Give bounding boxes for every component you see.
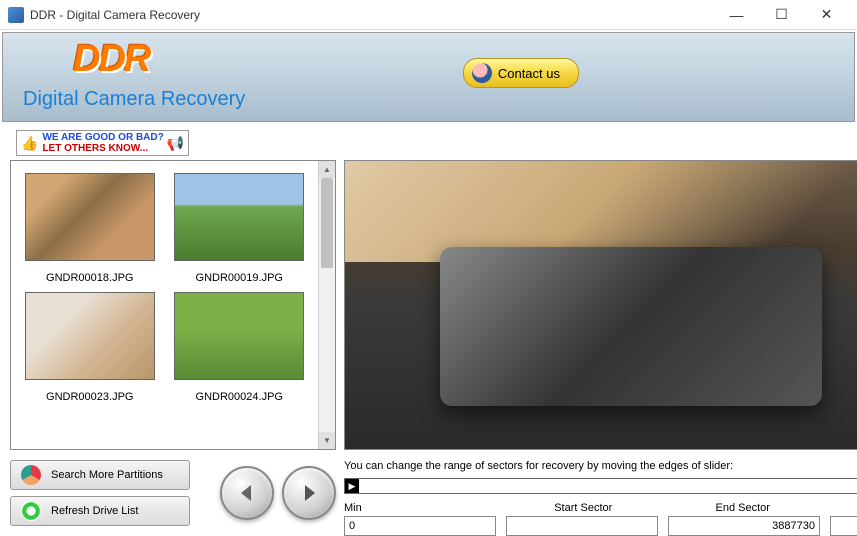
start-sector-input[interactable]	[506, 516, 658, 536]
titlebar: DDR - Digital Camera Recovery — ☐ ✕	[0, 0, 857, 30]
thumbnail-image	[25, 292, 155, 380]
thumbnail-item[interactable]: GNDR00024.JPG	[167, 292, 313, 403]
contact-label: Contact us	[498, 66, 560, 81]
min-input[interactable]	[344, 516, 496, 536]
thumbnail-panel: GNDR00018.JPG GNDR00019.JPG GNDR00023.JP…	[10, 160, 336, 450]
next-button[interactable]	[282, 466, 336, 520]
logo-text: DDR	[73, 38, 149, 81]
slider-handle-left[interactable]: ▶	[345, 479, 359, 493]
max-input[interactable]	[830, 516, 857, 536]
megaphone-icon: 📢	[167, 135, 184, 152]
preview-pane	[344, 160, 857, 450]
sector-description: You can change the range of sectors for …	[344, 460, 857, 472]
thumbnail-image	[25, 173, 155, 261]
pie-chart-icon	[21, 465, 41, 485]
refresh-drive-button[interactable]: Refresh Drive List	[10, 496, 190, 526]
maximize-button[interactable]: ☐	[759, 0, 804, 30]
refresh-icon	[21, 501, 41, 521]
feedback-banner[interactable]: 👍 WE ARE GOOD OR BAD? LET OTHERS KNOW...…	[16, 130, 189, 156]
scroll-grip[interactable]	[321, 178, 333, 268]
thumbnail-filename: GNDR00019.JPG	[167, 272, 313, 284]
min-label: Min	[344, 502, 504, 514]
prev-button[interactable]	[220, 466, 274, 520]
app-icon	[8, 7, 24, 23]
contact-us-button[interactable]: Contact us	[463, 58, 579, 88]
sector-panel: You can change the range of sectors for …	[344, 460, 857, 536]
thumbnail-item[interactable]: GNDR00018.JPG	[17, 173, 163, 284]
feedback-text: WE ARE GOOD OR BAD? LET OTHERS KNOW...	[42, 132, 163, 154]
thumbnail-item[interactable]: GNDR00023.JPG	[17, 292, 163, 403]
thumbnail-image	[174, 292, 304, 380]
thumbnail-item[interactable]: GNDR00019.JPG	[167, 173, 313, 284]
thumbs-up-icon: 👍	[21, 135, 38, 152]
scrollbar[interactable]: ▲ ▼	[318, 161, 335, 449]
search-partitions-button[interactable]: Search More Partitions	[10, 460, 190, 490]
scroll-down-icon[interactable]: ▼	[319, 432, 335, 449]
thumbnail-filename: GNDR00024.JPG	[167, 391, 313, 403]
person-icon	[472, 63, 492, 83]
arrow-right-icon	[297, 481, 321, 505]
end-sector-input[interactable]	[668, 516, 820, 536]
header-banner: DDR Digital Camera Recovery Contact us	[2, 32, 855, 122]
minimize-button[interactable]: —	[714, 0, 759, 30]
scroll-up-icon[interactable]: ▲	[319, 161, 335, 178]
scroll-track[interactable]	[319, 178, 335, 432]
close-button[interactable]: ✕	[804, 0, 849, 30]
thumbnail-image	[174, 173, 304, 261]
window-title: DDR - Digital Camera Recovery	[30, 8, 714, 22]
app-subtitle: Digital Camera Recovery	[23, 88, 245, 111]
end-sector-label: End Sector	[663, 502, 823, 514]
thumbnail-filename: GNDR00018.JPG	[17, 272, 163, 284]
start-sector-label: Start Sector	[504, 502, 664, 514]
max-label: Max	[823, 502, 857, 514]
sector-slider[interactable]: ▶ ◀	[344, 478, 857, 494]
thumbnail-filename: GNDR00023.JPG	[17, 391, 163, 403]
arrow-left-icon	[235, 481, 259, 505]
